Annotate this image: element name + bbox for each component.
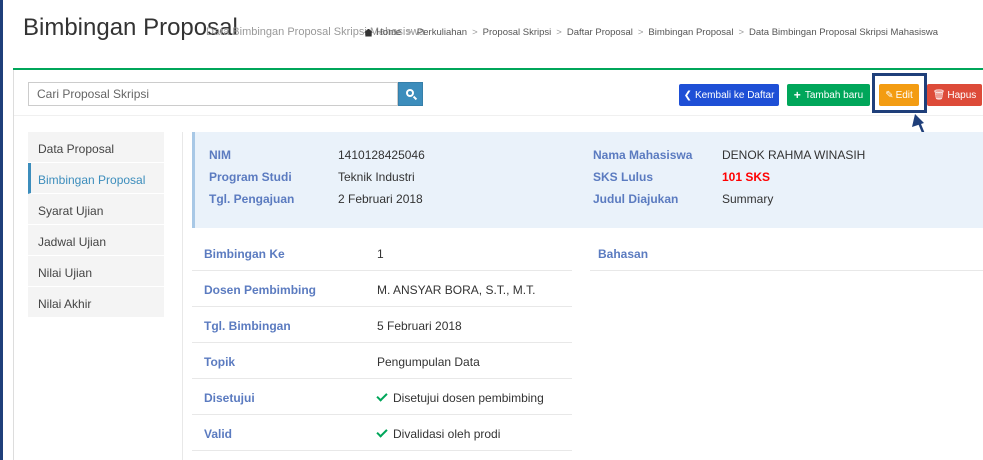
delete-button[interactable]: 🗑 Hapus	[927, 84, 982, 106]
chevron-left-icon: ❮	[683, 89, 692, 101]
plus-icon: +	[793, 88, 801, 102]
prodi-label: Program Studi	[209, 170, 292, 184]
breadcrumb-separator: >	[406, 27, 412, 38]
sks-value: 101 SKS	[722, 170, 771, 184]
nim-label: NIM	[209, 148, 231, 162]
tgl-bimbingan-value: 5 Februari 2018	[377, 319, 462, 333]
breadcrumb-current: Data Bimbingan Proposal Skripsi Mahasisw…	[749, 27, 939, 38]
tgl-pengajuan-value: 2 Februari 2018	[338, 192, 423, 206]
breadcrumb-separator: >	[472, 27, 478, 38]
search-input[interactable]	[28, 82, 398, 106]
back-to-list-button[interactable]: ❮ Kembali ke Daftar	[679, 84, 779, 106]
student-info-panel: NIM 1410128425046 Program Studi Teknik I…	[192, 132, 983, 228]
bimbingan-detail-table: Bimbingan Ke 1 Dosen Pembimbing M. ANSYA…	[192, 235, 572, 451]
add-new-button[interactable]: + Tambah baru	[787, 84, 870, 106]
sidebar-nav: Data Proposal Bimbingan Proposal Syarat …	[28, 132, 164, 318]
topik-value: Pengumpulan Data	[377, 355, 480, 369]
valid-label: Valid	[204, 427, 233, 441]
dosen-pembimbing-label: Dosen Pembimbing	[204, 283, 317, 297]
breadcrumb-proposal-skripsi[interactable]: Proposal Skripsi	[483, 27, 552, 38]
table-row: Valid Divalidasi oleh prodi	[192, 415, 572, 451]
search-icon	[405, 89, 414, 97]
topik-label: Topik	[204, 355, 236, 369]
tgl-pengajuan-label: Tgl. Pengajuan	[209, 192, 295, 206]
content-header: Bimbingan Proposal Data Bimbingan Propos…	[6, 0, 983, 68]
table-row: Bimbingan Ke 1	[192, 235, 572, 271]
sidebar-item-jadwal-ujian[interactable]: Jadwal Ujian	[28, 225, 164, 256]
breadcrumb-separator: >	[556, 27, 562, 38]
check-icon	[376, 426, 388, 438]
main-box: ❮ Kembali ke Daftar + Tambah baru ✎ Edit…	[13, 70, 983, 460]
bahasan-section: Bahasan	[590, 235, 983, 271]
vertical-divider	[182, 132, 183, 460]
check-icon	[376, 390, 388, 402]
valid-value-wrap: Divalidasi oleh prodi	[376, 426, 501, 441]
valid-value: Divalidasi oleh prodi	[393, 427, 501, 441]
delete-label: Hapus	[947, 89, 977, 101]
breadcrumb-separator: >	[738, 27, 745, 38]
nama-label: Nama Mahasiswa	[593, 148, 693, 162]
table-row: Tgl. Bimbingan 5 Februari 2018	[192, 307, 572, 343]
sidebar-item-nilai-akhir[interactable]: Nilai Akhir	[28, 287, 164, 318]
disetujui-value-wrap: Disetujui dosen pembimbing	[376, 390, 544, 405]
back-to-list-label: Kembali ke Daftar	[694, 89, 775, 101]
home-icon	[364, 28, 373, 37]
breadcrumb-daftar-proposal[interactable]: Daftar Proposal	[567, 27, 633, 38]
disetujui-label: Disetujui	[204, 391, 255, 405]
sidebar-item-data-proposal[interactable]: Data Proposal	[28, 132, 164, 163]
breadcrumb: Home > Perkuliahan > Proposal Skripsi > …	[364, 27, 938, 38]
breadcrumb-bimbingan-proposal[interactable]: Bimbingan Proposal	[648, 27, 733, 38]
judul-value: Summary	[722, 192, 774, 206]
sks-label: SKS Lulus	[593, 170, 654, 184]
add-new-label: Tambah baru	[804, 89, 864, 101]
table-row: Dosen Pembimbing M. ANSYAR BORA, S.T., M…	[192, 271, 572, 307]
prodi-value: Teknik Industri	[338, 170, 415, 184]
table-row: Disetujui Disetujui dosen pembimbing	[192, 379, 572, 415]
app-frame: Bimbingan Proposal Data Bimbingan Propos…	[0, 0, 983, 460]
bimbingan-ke-label: Bimbingan Ke	[204, 247, 285, 261]
nim-value: 1410128425046	[338, 148, 425, 162]
judul-label: Judul Diajukan	[593, 192, 679, 206]
dosen-pembimbing-value: M. ANSYAR BORA, S.T., M.T.	[377, 283, 536, 297]
search-button[interactable]	[398, 82, 423, 106]
table-row: Topik Pengumpulan Data	[192, 343, 572, 379]
breadcrumb-perkuliahan[interactable]: Perkuliahan	[417, 27, 467, 38]
bahasan-label: Bahasan	[598, 247, 649, 261]
edit-highlight-box	[872, 73, 927, 113]
sidebar-item-bimbingan-proposal[interactable]: Bimbingan Proposal	[28, 163, 164, 194]
sidebar-item-nilai-ujian[interactable]: Nilai Ujian	[28, 256, 164, 287]
toolbar: ❮ Kembali ke Daftar + Tambah baru ✎ Edit…	[14, 70, 983, 116]
disetujui-value: Disetujui dosen pembimbing	[393, 391, 544, 405]
breadcrumb-separator: >	[637, 27, 644, 38]
bimbingan-ke-value: 1	[377, 247, 384, 261]
trash-icon: 🗑	[932, 89, 946, 101]
sidebar-item-syarat-ujian[interactable]: Syarat Ujian	[28, 194, 164, 225]
nama-value: DENOK RAHMA WINASIH	[722, 148, 866, 162]
tgl-bimbingan-label: Tgl. Bimbingan	[204, 319, 291, 333]
breadcrumb-home[interactable]: Home	[376, 27, 401, 38]
